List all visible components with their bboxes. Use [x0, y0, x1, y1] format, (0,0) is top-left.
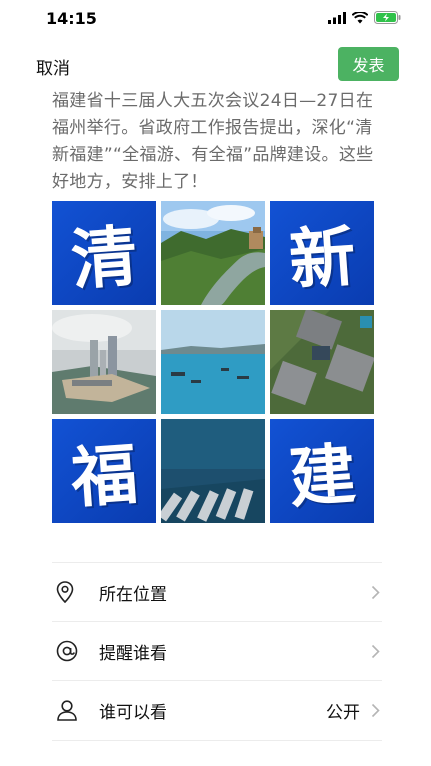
divider [52, 740, 382, 741]
publish-button[interactable]: 发表 [338, 47, 399, 81]
image-thumb-city[interactable] [52, 310, 156, 414]
cancel-button[interactable]: 取消 [36, 54, 70, 79]
remind-label: 提醒谁看 [99, 643, 167, 664]
person-icon [57, 700, 77, 721]
location-pin-icon [56, 581, 74, 603]
chevron-right-icon [371, 585, 380, 599]
signal-icon [328, 11, 346, 24]
post-text-input[interactable]: 福建省十三届人大五次会议24日—27日在福州举行。省政府工作报告提出，深化“清新… [52, 88, 382, 196]
image-thumb-jian[interactable]: 建 [270, 419, 374, 523]
tile-character: 福 [68, 435, 140, 518]
visibility-row[interactable]: 谁可以看 公开 [52, 681, 382, 739]
image-thumb-fu[interactable]: 福 [52, 419, 156, 523]
image-thumb-aerial[interactable] [270, 310, 374, 414]
chevron-right-icon [371, 644, 380, 658]
image-thumb-sea[interactable] [161, 310, 265, 414]
sea-photo [161, 310, 265, 414]
aerial-photo [270, 310, 374, 414]
chevron-right-icon [371, 703, 380, 717]
location-label: 所在位置 [99, 584, 167, 605]
river-photo [161, 201, 265, 305]
image-thumb-boats[interactable] [161, 419, 265, 523]
nav-bar: 取消 发表 [0, 44, 431, 88]
remind-row[interactable]: 提醒谁看 [52, 622, 382, 680]
tile-character: 新 [286, 217, 358, 300]
tile-character: 清 [68, 217, 140, 300]
tile-character: 建 [286, 435, 358, 518]
status-bar: 14:15 [0, 0, 431, 40]
battery-charging-icon [374, 11, 401, 24]
at-icon [56, 640, 78, 662]
wifi-icon [352, 11, 368, 23]
city-photo [52, 310, 156, 414]
image-thumb-river[interactable] [161, 201, 265, 305]
image-thumb-xin[interactable]: 新 [270, 201, 374, 305]
visibility-label: 谁可以看 [99, 702, 167, 723]
status-icons [328, 11, 401, 24]
image-grid: 清 新 福 建 [52, 201, 376, 523]
status-time: 14:15 [46, 9, 97, 28]
boats-photo [161, 419, 265, 523]
visibility-value: 公开 [326, 702, 360, 723]
image-thumb-qing[interactable]: 清 [52, 201, 156, 305]
location-row[interactable]: 所在位置 [52, 563, 382, 621]
